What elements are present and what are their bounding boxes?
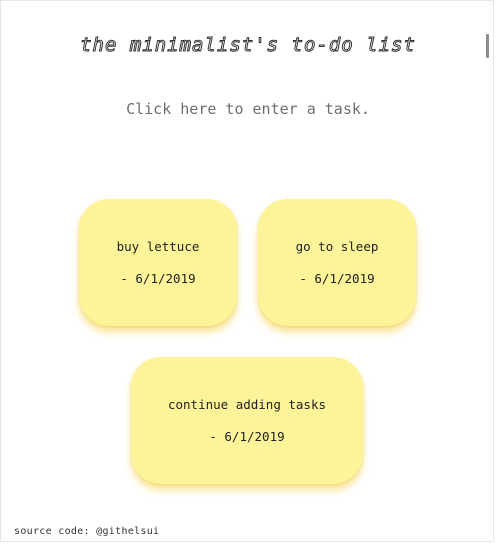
task-text: go to sleep (295, 239, 379, 254)
source-code-link[interactable]: source code: @githelsui (14, 526, 159, 537)
task-input[interactable] (48, 96, 448, 122)
task-card[interactable]: buy lettuce - 6/1/2019 (79, 199, 237, 326)
scrollbar-thumb[interactable] (486, 34, 489, 58)
page-title: the minimalist's to-do list (80, 34, 416, 57)
task-card[interactable]: continue adding tasks - 6/1/2019 (131, 357, 363, 484)
task-date: - 6/1/2019 (209, 429, 285, 444)
task-card[interactable]: go to sleep - 6/1/2019 (258, 199, 416, 326)
task-date: - 6/1/2019 (120, 271, 196, 286)
task-date: - 6/1/2019 (299, 271, 375, 286)
task-text: continue adding tasks (167, 397, 327, 412)
task-text: buy lettuce (116, 239, 200, 254)
